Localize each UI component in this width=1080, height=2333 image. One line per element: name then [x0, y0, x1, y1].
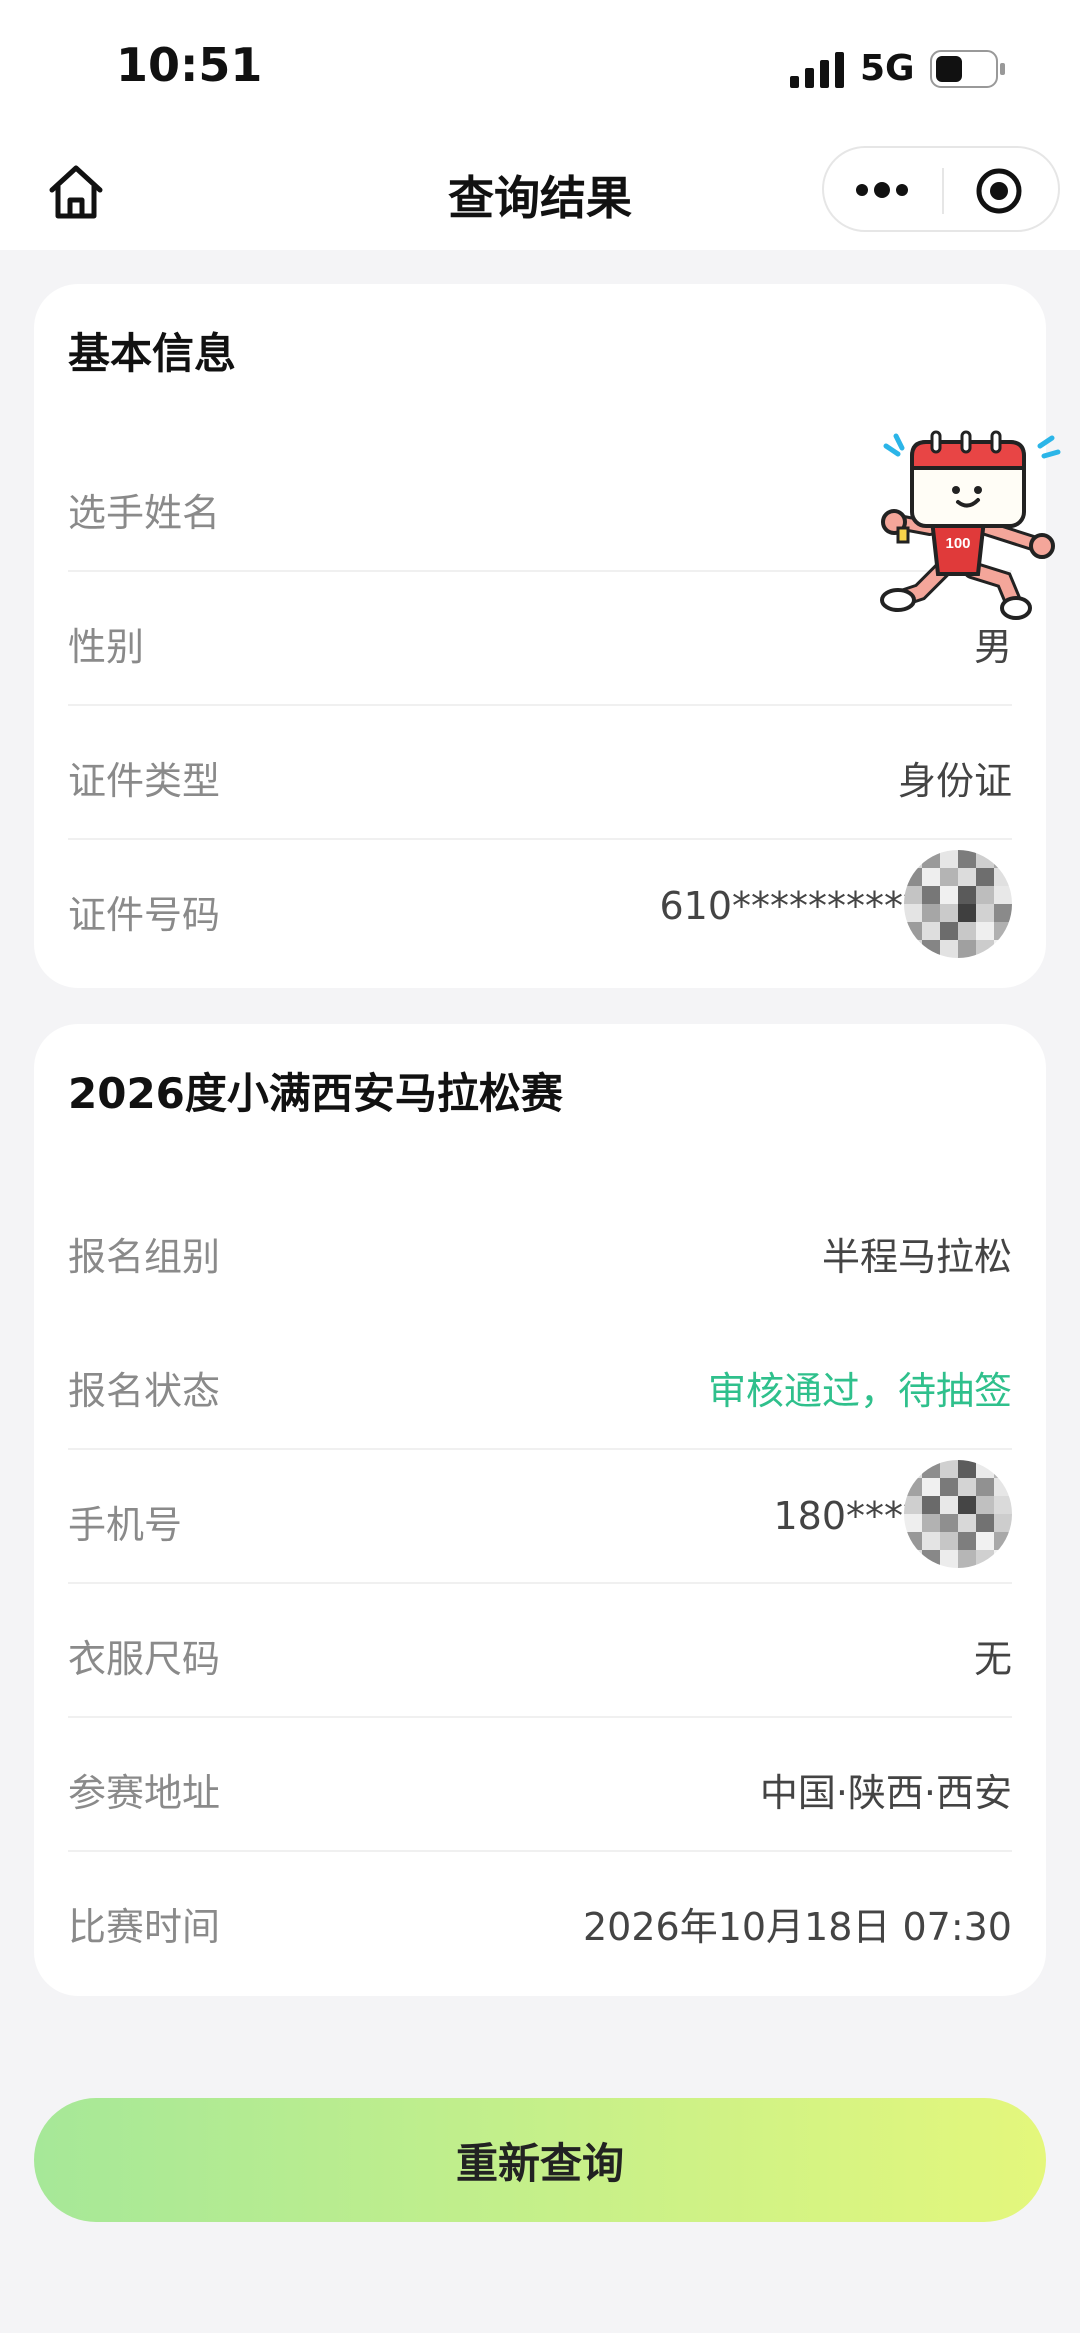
row-label: 报名状态	[68, 1369, 221, 1413]
race-info-title-text: 2026度小满西安马拉松赛	[68, 1069, 563, 1118]
more-icon[interactable]	[852, 170, 912, 210]
row-group: 报名组别 半程马拉松	[68, 1182, 1012, 1316]
row-value: 身份证	[897, 759, 1012, 803]
row-label: 证件类型	[68, 759, 221, 803]
mini-program-capsule	[822, 146, 1060, 232]
pixel-mosaic-redaction	[904, 850, 1012, 958]
battery-icon	[930, 50, 1005, 88]
registration-status: 审核通过，待抽签	[707, 1369, 1012, 1413]
race-info-title: 2026度小满西安马拉松赛	[68, 1060, 563, 1127]
row-name: 选手姓名 王	[68, 438, 1012, 572]
basic-info-title-text: 基本信息	[68, 329, 237, 378]
nav-bar: 查询结果	[0, 140, 1080, 250]
row-address: 参赛地址 中国·陕西·西安	[68, 1718, 1012, 1852]
status-time: 10:51	[116, 38, 263, 92]
status-bar: 10:51 5G	[0, 0, 1080, 140]
mascot-bib: 100	[945, 535, 970, 552]
row-label: 性别	[68, 625, 145, 669]
capsule-divider	[942, 168, 944, 214]
row-status: 报名状态 审核通过，待抽签	[68, 1316, 1012, 1450]
row-value: 半程马拉松	[821, 1235, 1012, 1279]
race-info-card: 2026度小满西安马拉松赛 报名组别 半程马拉松 报名状态 审核通过，待抽签 手…	[34, 1024, 1046, 1996]
row-race-time: 比赛时间 2026年10月18日 07:30	[68, 1852, 1012, 1986]
row-label: 选手姓名	[68, 491, 221, 535]
row-label: 衣服尺码	[68, 1637, 221, 1681]
close-miniprogram-icon[interactable]	[974, 166, 1024, 216]
row-label: 参赛地址	[68, 1771, 221, 1815]
basic-info-card: 基本信息 选手姓名 王 性别 男 证件类型 身份证 证件号码 610******…	[34, 284, 1046, 988]
row-id-number: 证件号码 610**********	[68, 840, 1012, 974]
pixel-mosaic-redaction	[904, 1460, 1012, 1568]
calendar-runner-mascot: 100	[880, 430, 1061, 620]
basic-info-title: 基本信息	[68, 320, 237, 387]
row-phone: 手机号 180****	[68, 1450, 1012, 1584]
network-label: 5G	[860, 48, 915, 89]
row-value: 中国·陕西·西安	[759, 1771, 1012, 1815]
row-size: 衣服尺码 无	[68, 1584, 1012, 1718]
row-gender: 性别 男	[68, 572, 1012, 706]
row-value: 2026年10月18日 07:30	[582, 1905, 1012, 1949]
signal-icon	[790, 52, 844, 88]
row-label: 手机号	[68, 1503, 183, 1547]
row-label: 比赛时间	[68, 1905, 221, 1949]
row-value: 无	[973, 1637, 1012, 1681]
row-id-type: 证件类型 身份证	[68, 706, 1012, 840]
row-value: 180****	[773, 1494, 922, 1538]
requery-button[interactable]: 重新查询	[34, 2098, 1046, 2222]
row-value: 610**********	[659, 884, 922, 928]
row-label: 报名组别	[68, 1235, 221, 1279]
row-label: 证件号码	[68, 893, 221, 937]
